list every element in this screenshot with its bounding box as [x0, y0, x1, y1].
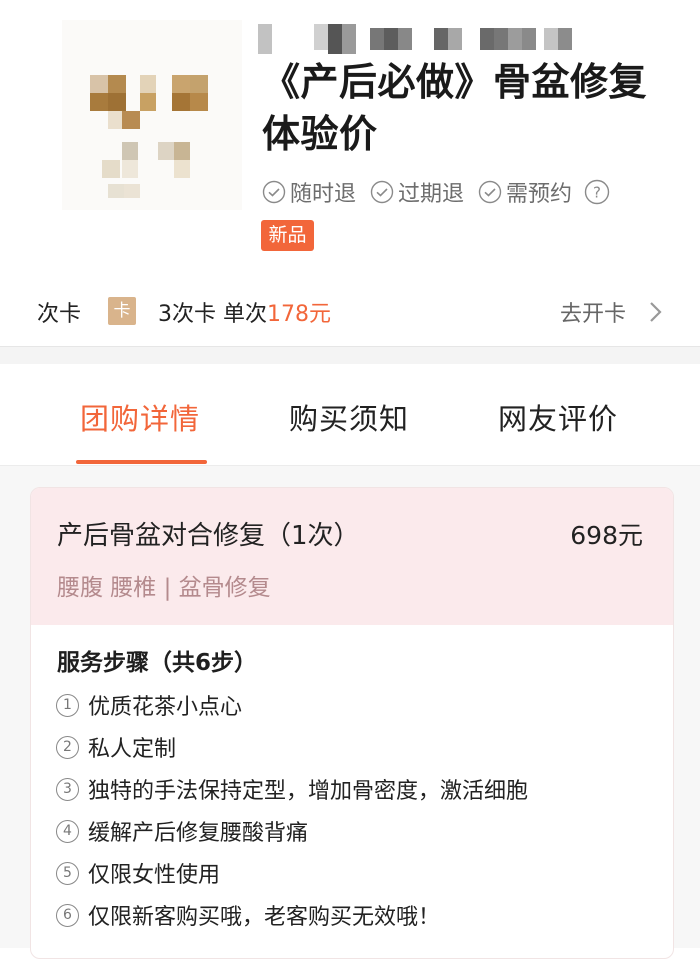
card-desc-text: 3次卡 单次 — [158, 302, 267, 327]
shop-name-blurred — [258, 20, 588, 58]
list-item: 4 缓解产后修复腰酸背痛 — [56, 810, 528, 852]
step-text: 私人定制 — [88, 737, 177, 762]
step-number: 2 — [56, 735, 79, 759]
svg-text:?: ? — [593, 184, 601, 202]
active-tab-indicator — [76, 460, 207, 464]
card-row-label: 次卡 — [37, 302, 82, 327]
section-spacer — [0, 347, 700, 364]
card-description: 3次卡 单次178元 — [158, 296, 331, 328]
list-item: 1 优质花茶小点心 — [56, 684, 528, 726]
open-card-link[interactable]: 去开卡 — [560, 296, 626, 328]
help-icon[interactable]: ? — [584, 179, 610, 205]
guarantee-item: 需预约 — [478, 176, 572, 208]
membership-card-row[interactable]: 次卡 卡 3次卡 单次178元 去开卡 — [0, 282, 700, 342]
step-number: 1 — [56, 693, 79, 717]
tab-reviews[interactable]: 网友评价 — [498, 396, 618, 438]
step-number: 6 — [56, 903, 79, 927]
step-text: 仅限女性使用 — [88, 863, 221, 888]
package-name: 产后骨盆对合修复（1次） — [57, 521, 360, 551]
chevron-right-icon[interactable] — [648, 300, 664, 324]
guarantee-label: 随时退 — [290, 182, 357, 207]
tab-purchase-notes[interactable]: 购买须知 — [289, 396, 409, 438]
steps-title: 服务步骤（共6步） — [57, 650, 258, 676]
step-text: 独特的手法保持定型，增加骨密度，激活细胞 — [88, 779, 529, 804]
guarantee-list: 随时退 过期退 需预约 ? — [262, 176, 610, 208]
package-price: 698元 — [570, 521, 643, 550]
product-image[interactable] — [62, 20, 242, 210]
tab-bar: 团购详情 购买须知 网友评价 — [0, 364, 700, 466]
steps-list: 1 优质花茶小点心 2 私人定制 3 独特的手法保持定型，增加骨密度，激活细胞 4 缓解… — [56, 684, 528, 936]
check-circle-icon — [370, 180, 394, 204]
guarantee-item: 过期退 — [370, 176, 464, 208]
guarantee-label: 需预约 — [506, 182, 573, 207]
card-price: 178元 — [267, 302, 331, 327]
package-card: 产后骨盆对合修复（1次） 698元 腰腹 腰椎 | 盆骨修复 服务步骤（共6步）… — [30, 487, 674, 959]
list-item: 5 仅限女性使用 — [56, 852, 528, 894]
guarantee-label: 过期退 — [398, 182, 465, 207]
card-badge: 卡 — [108, 297, 136, 325]
new-badge: 新品 — [261, 220, 314, 251]
step-text: 仅限新客购买哦，老客购买无效哦！ — [88, 905, 441, 930]
tab-deal-details[interactable]: 团购详情 — [80, 396, 200, 438]
package-tags: 腰腹 腰椎 | 盆骨修复 — [57, 575, 271, 601]
step-text: 优质花茶小点心 — [88, 695, 243, 720]
list-item: 3 独特的手法保持定型，增加骨密度，激活细胞 — [56, 768, 528, 810]
step-text: 缓解产后修复腰酸背痛 — [88, 821, 309, 846]
package-header: 产后骨盆对合修复（1次） 698元 腰腹 腰椎 | 盆骨修复 — [31, 488, 673, 625]
check-circle-icon — [262, 180, 286, 204]
check-circle-icon — [478, 180, 502, 204]
product-title: 《产后必做》骨盆修复体验价 — [262, 60, 648, 156]
step-number: 5 — [56, 861, 79, 885]
step-number: 3 — [56, 777, 79, 801]
list-item: 2 私人定制 — [56, 726, 528, 768]
guarantee-item: 随时退 — [262, 176, 356, 208]
step-number: 4 — [56, 819, 79, 843]
list-item: 6 仅限新客购买哦，老客购买无效哦！ — [56, 894, 528, 936]
